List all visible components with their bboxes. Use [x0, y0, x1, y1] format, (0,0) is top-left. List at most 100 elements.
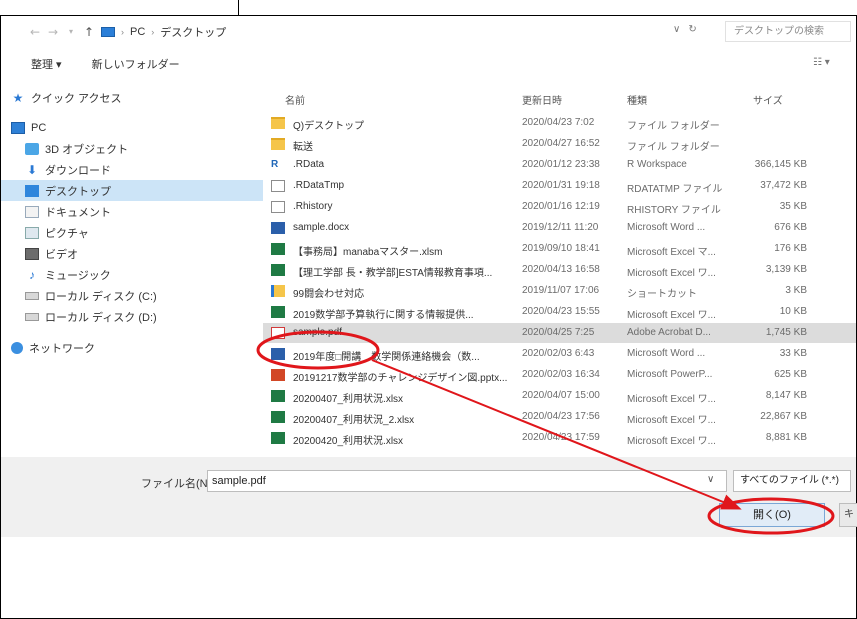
file-type-select[interactable]: すべてのファイル (*.*)	[733, 470, 851, 492]
word-icon	[271, 348, 285, 360]
file-row[interactable]: 20191217数学部のチャレンジデザイン図.pptx... 2020/02/03…	[263, 365, 856, 385]
file-date: 2020/04/13 16:58	[522, 264, 600, 275]
nav-item-desktop[interactable]: デスクトップ	[1, 180, 263, 201]
file-date: 2019/09/10 18:41	[522, 243, 600, 254]
organize-button[interactable]: 整理 ▾	[31, 56, 62, 72]
nav-item-label: 3D オブジェクト	[45, 143, 129, 156]
file-type: ショートカット	[627, 289, 697, 300]
file-row-selected[interactable]: sample.pdf 2020/04/25 7:25 Adobe Acrobat D…	[263, 323, 856, 343]
documents-icon	[25, 205, 39, 218]
file-type: Microsoft Excel ワ...	[627, 394, 716, 405]
file-row[interactable]: 20200407_利用状況.xlsx 2020/04/07 15:00 Micros…	[263, 386, 856, 406]
recent-locations-icon[interactable]: ▾	[63, 24, 79, 40]
drive-icon	[25, 312, 39, 321]
file-row[interactable]: 【理工学部 長・教学部]ESTA情報教育事項... 2020/04/13 16:5…	[263, 260, 856, 280]
forward-arrow-icon[interactable]: →	[45, 24, 61, 40]
command-toolbar: 整理 ▾ 新しいフォルダー ☷ ▾	[1, 51, 856, 77]
file-date: 2020/04/25 7:25	[522, 327, 595, 338]
file-size: 10 KB	[779, 306, 807, 317]
open-file-dialog: ← → ▾ ↑ › PC › デスクトップ ∨ ↻ デスクトップの検索 整理 ▾…	[1, 17, 857, 537]
file-type: Adobe Acrobat D...	[627, 327, 711, 338]
filename-dropdown-icon[interactable]: ∨	[707, 474, 714, 485]
nav-item-local-disk-d[interactable]: ローカル ディスク (D:)	[1, 306, 263, 327]
file-date: 2020/01/31 19:18	[522, 180, 600, 191]
up-arrow-icon[interactable]: ↑	[81, 24, 97, 40]
nav-item-pictures[interactable]: ピクチャ	[1, 222, 263, 243]
search-input[interactable]: デスクトップの検索	[725, 21, 851, 42]
nav-item-local-disk-c[interactable]: ローカル ディスク (C:)	[1, 285, 263, 306]
file-name: 20200420_利用状況.xlsx	[293, 436, 404, 447]
address-dropdown-icon[interactable]: ∨	[673, 24, 680, 35]
folder-icon	[271, 117, 285, 129]
file-type: RDATATMP ファイル	[627, 184, 723, 195]
nav-item-music[interactable]: ♪ ミュージック	[1, 264, 263, 285]
nav-item-3d-objects[interactable]: 3D オブジェクト	[1, 138, 263, 159]
column-header-size[interactable]: サイズ	[753, 92, 783, 107]
nav-item-network[interactable]: ネットワーク	[1, 337, 263, 358]
file-row[interactable]: 2019年度□開講 数学関係連絡機会（数... 2020/02/03 6:43 Mi…	[263, 344, 856, 364]
breadcrumb-separator: ›	[151, 27, 155, 37]
breadcrumb-separator: ›	[121, 27, 124, 37]
file-name: sample.pdf	[293, 327, 342, 338]
file-row[interactable]: 2019数学部予算執行に関する情報提供... 2020/04/23 15:55 Mi…	[263, 302, 856, 322]
ppt-icon	[271, 369, 285, 381]
back-arrow-icon[interactable]: ←	[27, 24, 43, 40]
word-icon	[271, 222, 285, 234]
file-row[interactable]: 20200420_利用状況.xlsx 2020/04/23 17:59 Micros…	[263, 428, 856, 448]
file-icon	[271, 201, 285, 213]
cancel-button[interactable]: キ	[839, 503, 857, 527]
nav-item-videos[interactable]: ビデオ	[1, 243, 263, 264]
file-row[interactable]: sample.docx 2019/12/11 11:20 Microsoft Wor…	[263, 218, 856, 238]
nav-item-label: ミュージック	[45, 269, 111, 282]
view-options-icon[interactable]: ☷ ▾	[813, 57, 830, 68]
excel-icon	[271, 390, 285, 402]
column-header-name[interactable]: 名前	[285, 92, 305, 107]
file-type: RHISTORY ファイル	[627, 205, 721, 216]
file-row[interactable]: 99闘会わせ対応 2019/11/07 17:06 ショートカット 3 KB	[263, 281, 856, 301]
file-row[interactable]: 【事務局】manabaマスター.xlsm 2019/09/10 18:41 Micr…	[263, 239, 856, 259]
nav-item-quick-access[interactable]: ★ クイック アクセス	[1, 87, 263, 108]
filename-input[interactable]: sample.pdf	[207, 470, 727, 492]
file-row[interactable]: .Rhistory 2020/01/16 12:19 RHISTORY ファイル 35…	[263, 197, 856, 217]
file-row[interactable]: 転送 2020/04/27 16:52 ファイル フォルダー	[263, 134, 856, 154]
folder-icon	[271, 138, 285, 150]
file-size: 8,147 KB	[765, 390, 807, 401]
file-type: Microsoft Excel ワ...	[627, 415, 716, 426]
nav-item-label: ビデオ	[45, 248, 78, 261]
open-button[interactable]: 開く(O)	[719, 503, 825, 527]
refresh-icon[interactable]: ↻	[688, 24, 696, 35]
excel-icon	[271, 432, 285, 444]
breadcrumb-item-pc[interactable]: PC	[130, 26, 145, 38]
file-date: 2020/01/16 12:19	[522, 201, 600, 212]
nav-item-downloads[interactable]: ⬇ ダウンロード	[1, 159, 263, 180]
nav-item-label: デスクトップ	[45, 185, 111, 198]
file-row[interactable]: 20200407_利用状況_2.xlsx 2020/04/23 17:56 Micr…	[263, 407, 856, 427]
column-header-date[interactable]: 更新日時	[522, 92, 562, 107]
file-size: 37,472 KB	[760, 180, 807, 191]
file-date: 2020/04/23 17:56	[522, 411, 600, 422]
address-controls: ∨ ↻	[673, 24, 697, 35]
nav-item-label: ネットワーク	[29, 342, 95, 355]
star-icon: ★	[12, 90, 24, 105]
nav-item-pc[interactable]: PC	[1, 117, 263, 138]
breadcrumb-item-desktop[interactable]: デスクトップ	[160, 24, 226, 40]
nav-item-documents[interactable]: ドキュメント	[1, 201, 263, 222]
file-icon	[271, 180, 285, 192]
excel-icon	[271, 264, 285, 276]
pc-icon	[101, 27, 115, 37]
file-type: Microsoft Excel ワ...	[627, 268, 716, 279]
filename-label: ファイル名(N):	[141, 478, 215, 490]
3d-objects-icon	[25, 142, 39, 155]
file-row[interactable]: .RDataTmp 2020/01/31 19:18 RDATATMP ファイル 37…	[263, 176, 856, 196]
file-size: 3,139 KB	[765, 264, 807, 275]
new-folder-button[interactable]: 新しいフォルダー	[92, 56, 180, 72]
nav-item-label: ローカル ディスク (C:)	[45, 290, 157, 303]
file-row[interactable]: R .RData 2020/01/12 23:38 R Workspace 366,14…	[263, 155, 856, 175]
file-name: 20191217数学部のチャレンジデザイン図.pptx...	[293, 373, 508, 384]
column-header-type[interactable]: 種類	[627, 92, 647, 107]
nav-item-label: ローカル ディスク (D:)	[45, 311, 157, 324]
file-name: .Rhistory	[293, 201, 333, 212]
nav-item-label: PC	[31, 121, 47, 134]
file-row[interactable]: Q)デスクトップ 2020/04/23 7:02 ファイル フォルダー	[263, 113, 856, 133]
breadcrumb[interactable]: › PC › デスクトップ	[101, 22, 226, 42]
